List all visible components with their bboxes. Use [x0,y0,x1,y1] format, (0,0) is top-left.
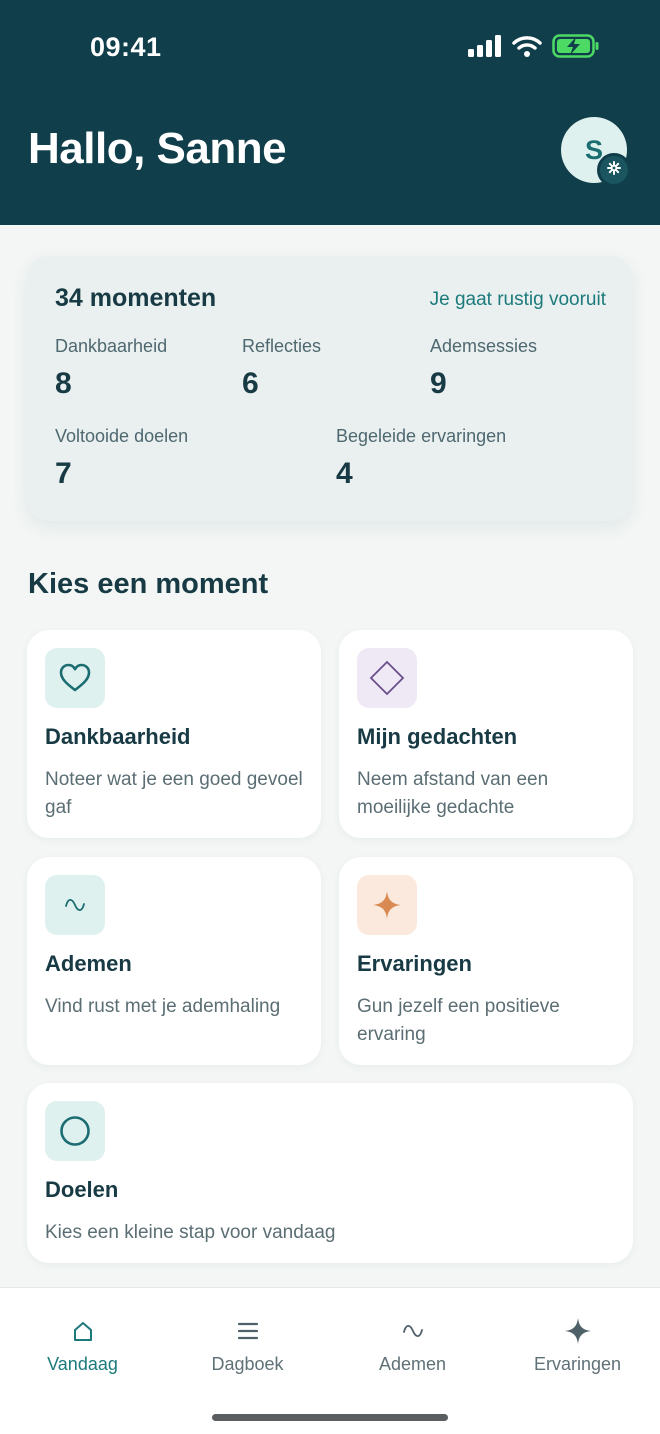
tile-experiences[interactable]: Ervaringen Gun jezelf een positieve erva… [339,857,633,1065]
tile-description: Vind rust met je ademhaling [45,996,281,1017]
tile-description: Neem afstand van een moeilijke gedachte [357,769,549,818]
tile-gratitude[interactable]: Dankbaarheid Noteer wat je een goed gevo… [27,630,321,838]
stat-gratitude: Dankbaarheid 8 [55,336,167,401]
stat-label: Reflecties [242,336,322,356]
stat-value: 8 [55,367,72,400]
tile-title: Mijn gedachten [357,724,518,749]
tile-description: Gun jezelf een positieve ervaring [357,996,560,1045]
tab-label: Ademen [378,1354,447,1374]
tile-my-thoughts[interactable]: Mijn gedachten Neem afstand van een moei… [339,630,633,838]
stat-label: Voltooide doelen [55,426,189,446]
tab-journal[interactable]: Dagboek [165,1288,330,1388]
tile-goals[interactable]: Doelen Kies een kleine stap voor vandaag [27,1083,633,1263]
tab-bar: Vandaag Dagboek Ademen Ervaringen [0,1287,660,1434]
status-time: 09:41 [90,32,162,62]
tile-title: Dankbaarheid [45,724,191,749]
stat-breathing-sessions: Ademsessies 9 [430,336,537,401]
wave-icon [402,1316,424,1346]
tile-title: Doelen [45,1177,119,1202]
settings-badge[interactable] [597,153,631,187]
circle-icon [45,1101,105,1161]
home-icon [72,1316,94,1346]
status-icons [468,33,600,63]
tile-description: Kies een kleine stap voor vandaag [45,1222,336,1243]
stat-completed-goals: Voltooide doelen 7 [55,426,188,491]
tab-label: Dagboek [211,1354,284,1374]
wifi-icon [512,35,542,62]
tab-breathing[interactable]: Ademen [330,1288,495,1388]
sparkle-icon [357,875,417,935]
heart-icon [45,648,105,708]
stat-label: Ademsessies [430,336,538,356]
gear-icon [607,160,621,180]
tile-title: Ademen [45,951,132,976]
tab-label: Ervaringen [533,1354,622,1374]
tile-breathing[interactable]: Ademen Vind rust met je ademhaling [27,857,321,1065]
tile-description: Noteer wat je een goed gevoel gaf [45,769,303,818]
stats-total: 34 momenten [55,284,217,312]
section-title: Kies een moment [28,568,269,600]
stat-reflections: Reflecties 6 [242,336,321,401]
tab-today[interactable]: Vandaag [0,1288,165,1388]
status-bar: 09:41 [0,0,660,100]
stat-value: 6 [242,367,259,400]
stat-value: 9 [430,367,447,400]
home-indicator[interactable] [212,1414,448,1421]
stat-value: 4 [336,457,353,490]
list-icon [237,1316,259,1346]
header: 09:41 Hallo, Sanne S [0,0,660,225]
stat-guided-experiences: Begeleide ervaringen 4 [336,426,506,491]
stat-label: Dankbaarheid [55,336,168,356]
stats-card: 34 momenten Je gaat rustig vooruit Dankb… [27,256,632,521]
battery-icon [552,33,600,63]
tile-title: Ervaringen [357,951,472,976]
greeting-title: Hallo, Sanne [28,124,287,173]
wave-icon [45,875,105,935]
tab-experiences[interactable]: Ervaringen [495,1288,660,1388]
tab-label: Vandaag [47,1354,118,1374]
signal-icon [468,34,502,62]
diamond-icon [357,648,417,708]
sparkle-icon [564,1316,592,1346]
stat-value: 7 [55,457,72,490]
stats-subtitle: Je gaat rustig vooruit [429,289,606,310]
stat-label: Begeleide ervaringen [336,426,507,446]
